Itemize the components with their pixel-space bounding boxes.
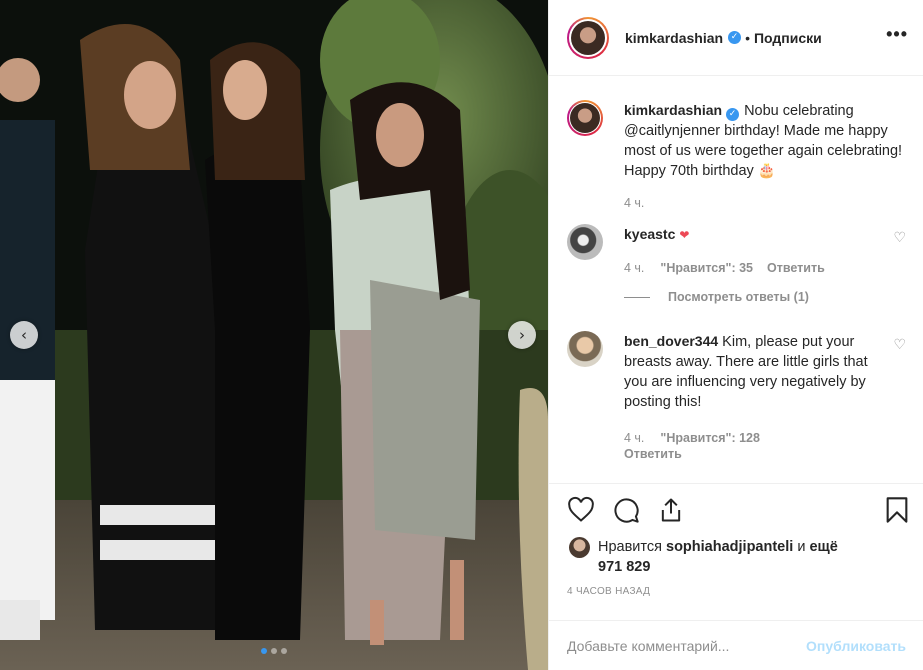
action-icons-row: [567, 496, 912, 526]
caption-avatar[interactable]: [567, 100, 603, 136]
comment-meta: 4 ч. "Нравится": 128 Ответить: [624, 430, 824, 462]
carousel-dot: [271, 648, 277, 654]
post-actions: Нравится sophiahadjipanteli и ещё 971 82…: [549, 483, 923, 670]
comment-time[interactable]: 4 ч.: [624, 258, 644, 278]
comment-text: ❤: [679, 228, 690, 242]
liked-by: Нравится sophiahadjipanteli и ещё 971 82…: [569, 537, 838, 577]
view-replies-label: Посмотреть ответы (1): [668, 290, 809, 304]
view-replies-button[interactable]: Посмотреть ответы (1): [624, 290, 908, 304]
more-options-icon[interactable]: •••: [886, 24, 908, 45]
comment-likes[interactable]: "Нравится": 128: [660, 430, 760, 446]
comments-list[interactable]: kimkardashian ✓ Nobu celebrating @caitlynj…: [549, 77, 923, 483]
chevron-left-icon: ‹: [21, 326, 27, 344]
following-button[interactable]: Подписки: [754, 30, 822, 46]
header-separator: •: [745, 29, 750, 46]
caption-time[interactable]: 4 ч.: [624, 193, 644, 213]
commenter-username[interactable]: ben_dover344: [624, 333, 718, 349]
liker-avatar[interactable]: [569, 537, 590, 558]
comment-time[interactable]: 4 ч.: [624, 430, 644, 446]
author-avatar[interactable]: [567, 16, 609, 59]
add-comment-input[interactable]: [567, 638, 807, 654]
chevron-right-icon: ›: [519, 326, 525, 344]
carousel-dot: [281, 648, 287, 654]
instagram-post-modal: ‹ › kimkardashian ✓ • Подписки ••• kimka…: [0, 0, 923, 670]
share-icon[interactable]: [657, 496, 685, 524]
author-username[interactable]: kimkardashian: [625, 30, 723, 46]
caption-meta: 4 ч.: [624, 193, 904, 213]
add-comment-bar: Опубликовать: [549, 620, 923, 670]
next-photo-button[interactable]: ›: [508, 321, 536, 349]
comment-likes[interactable]: "Нравится": 35: [660, 258, 753, 278]
carousel-dot: [261, 648, 267, 654]
post-photo[interactable]: ‹ ›: [0, 0, 548, 670]
liked-by-prefix: Нравится: [598, 539, 662, 555]
carousel-indicator: [0, 648, 548, 654]
post-time-ago[interactable]: 4 часов назад: [567, 586, 650, 597]
publish-button[interactable]: Опубликовать: [806, 638, 906, 654]
view-replies-line: [624, 296, 650, 298]
reply-button[interactable]: Ответить: [767, 258, 825, 278]
comment-item: ben_dover344 Kim, please put your breasts…: [567, 331, 908, 462]
comment-like-heart-icon[interactable]: ♡: [893, 230, 906, 246]
commenter-avatar[interactable]: [567, 331, 603, 367]
post-side-panel: kimkardashian ✓ • Подписки ••• kimkardas…: [548, 0, 923, 670]
commenter-avatar[interactable]: [567, 224, 603, 260]
bookmark-icon[interactable]: [884, 496, 910, 524]
comment-icon[interactable]: [612, 496, 640, 524]
liked-by-user[interactable]: sophiahadjipanteli: [666, 539, 793, 555]
caption-username[interactable]: kimkardashian: [624, 102, 722, 118]
comment-like-heart-icon[interactable]: ♡: [893, 337, 906, 353]
heart-icon[interactable]: [567, 496, 595, 524]
reply-button[interactable]: Ответить: [624, 446, 682, 462]
comment-meta: 4 ч. "Нравится": 35 Ответить: [624, 258, 884, 278]
comment-item: kyeastc ❤ 4 ч. "Нравится": 35 Ответить ♡: [567, 224, 908, 278]
verified-badge-icon: ✓: [726, 108, 740, 121]
post-header: kimkardashian ✓ • Подписки •••: [549, 0, 923, 76]
liked-by-and: и: [797, 539, 806, 555]
verified-badge-icon: ✓: [728, 31, 742, 44]
previous-photo-button[interactable]: ‹: [10, 321, 38, 349]
caption: kimkardashian ✓ Nobu celebrating @caitlynj…: [567, 100, 908, 213]
commenter-username[interactable]: kyeastc: [624, 226, 675, 242]
photo-illustration: [0, 0, 548, 670]
